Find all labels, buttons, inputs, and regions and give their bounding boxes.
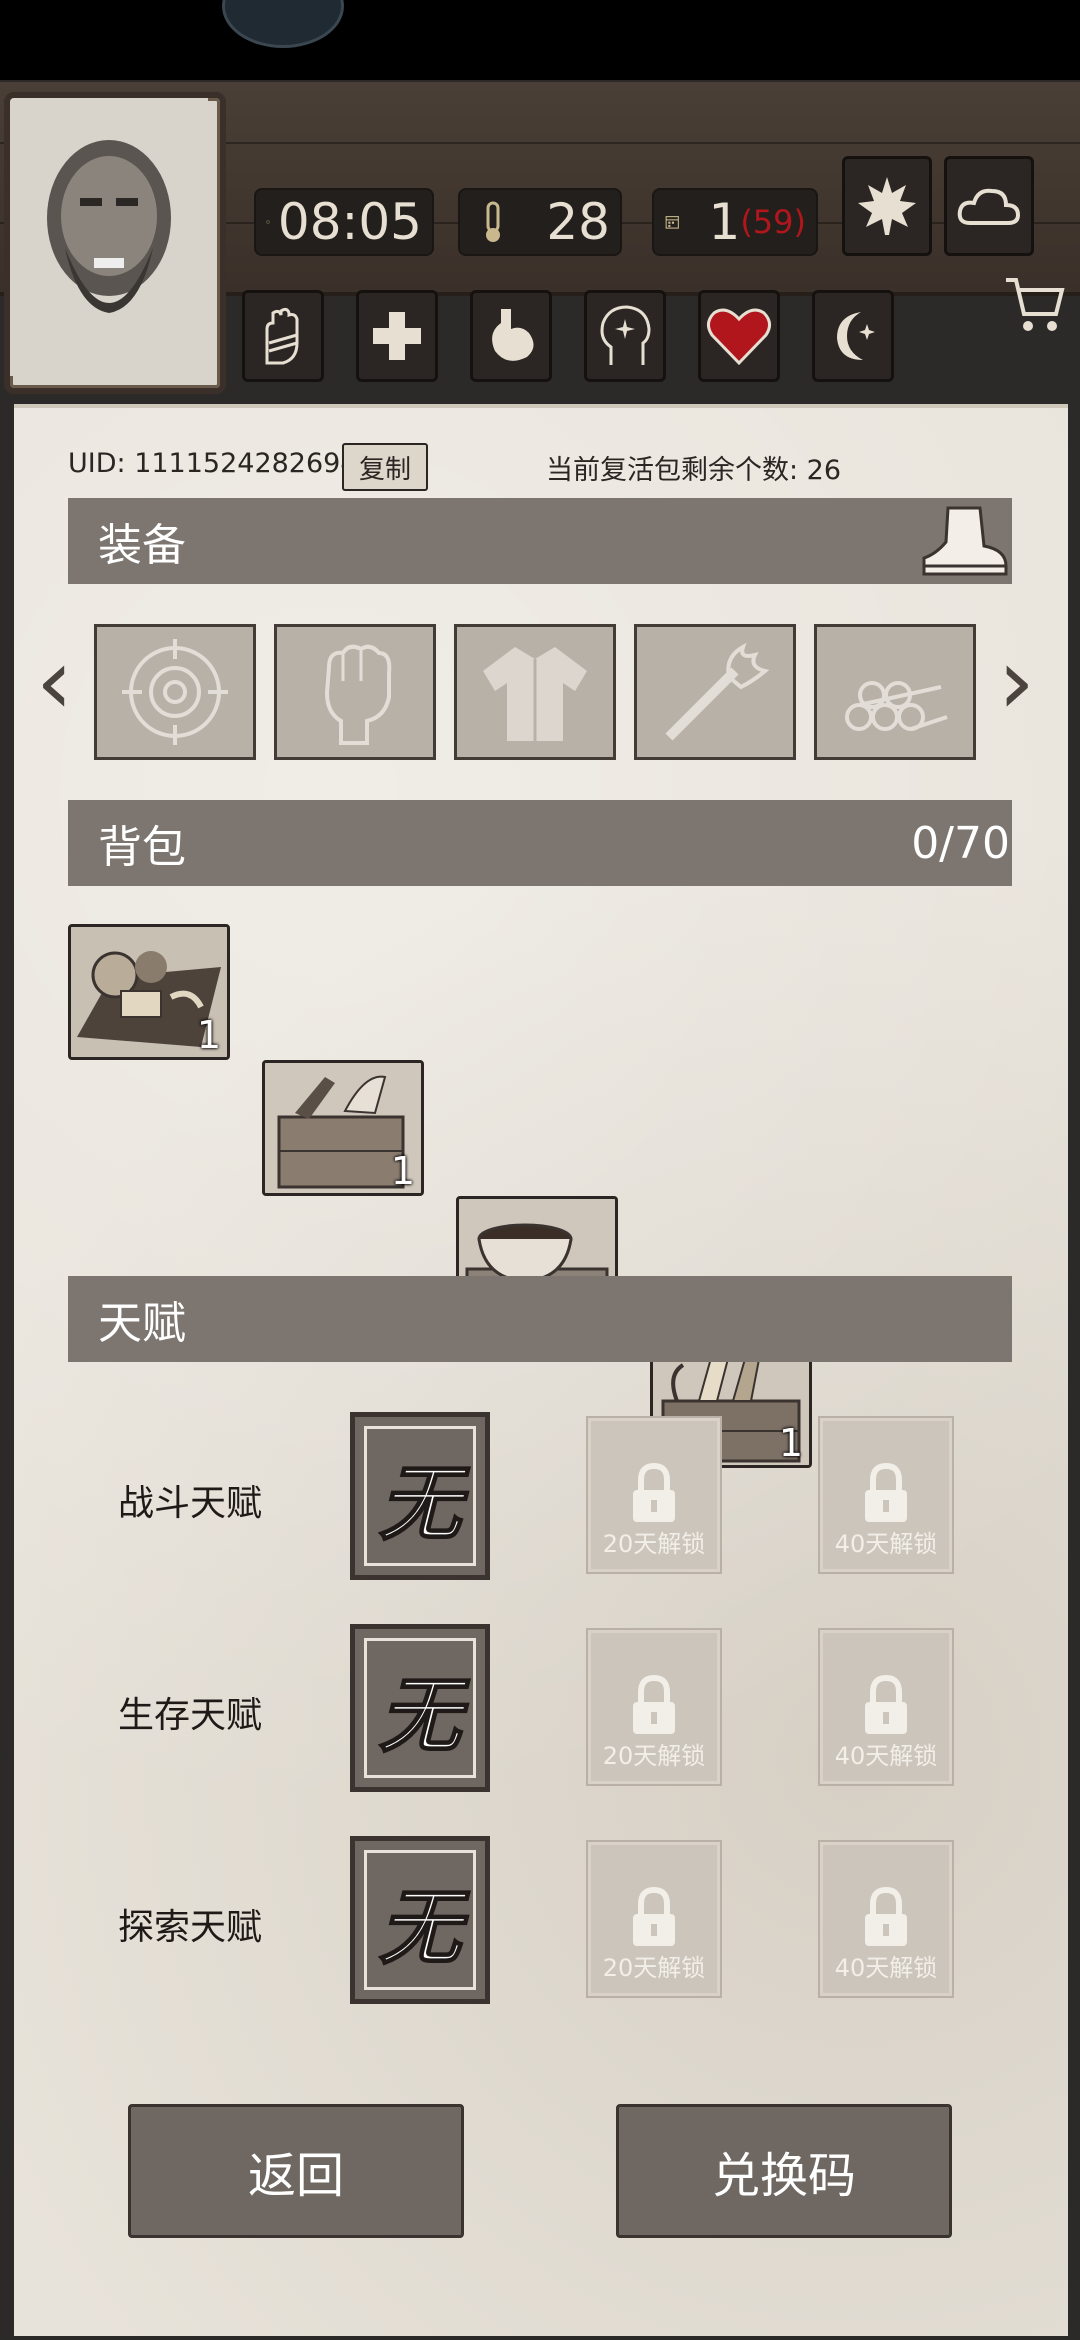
mind-status-button[interactable] <box>584 290 666 382</box>
calendar-icon <box>665 216 679 229</box>
maple-leaf-icon <box>858 177 916 235</box>
talent-header: 天赋 <box>68 1276 1012 1362</box>
status-bar <box>0 0 1080 80</box>
plus-icon <box>373 312 421 360</box>
talent-current: 无 <box>364 1850 476 1990</box>
explore-talent-locked-20[interactable]: 20天解锁 <box>586 1840 722 1998</box>
backpack-item[interactable]: 1 <box>68 924 230 1060</box>
sleep-status-button[interactable] <box>812 290 894 382</box>
backpack-item[interactable]: 1 <box>262 1060 424 1196</box>
shirt-icon <box>483 647 587 741</box>
cart-icon <box>1006 278 1065 331</box>
weather-button[interactable] <box>944 156 1034 256</box>
time-display: 08:05 <box>254 188 434 256</box>
unlock-text: 20天解锁 <box>602 1530 706 1558</box>
hand-status-button[interactable] <box>242 290 324 382</box>
boot-button[interactable] <box>918 498 1010 584</box>
boot-icon <box>922 506 1008 576</box>
item-count: 1 <box>196 1013 221 1057</box>
item-count: 1 <box>390 1149 415 1193</box>
fist-icon <box>324 644 392 745</box>
copy-uid-button[interactable]: 复制 <box>342 443 428 491</box>
equipment-slot-material[interactable] <box>814 624 976 760</box>
torch-icon <box>665 642 770 741</box>
uid-text: UID: 1111524282694 <box>68 448 358 479</box>
survival-talent-slot[interactable]: 无 <box>350 1624 490 1792</box>
head-sparkle-icon <box>600 305 651 365</box>
equipment-prev-arrow[interactable]: ‹ <box>36 628 73 735</box>
equipment-slot-body[interactable] <box>454 624 616 760</box>
moon-icon <box>837 312 875 360</box>
equipment-title: 装备 <box>98 520 186 571</box>
shop-button[interactable] <box>1000 270 1070 340</box>
combat-talent-locked-40[interactable]: 40天解锁 <box>818 1416 954 1574</box>
time-value: 08:05 <box>277 193 422 251</box>
survival-talent-locked-20[interactable]: 20天解锁 <box>586 1628 722 1786</box>
explore-talent-slot[interactable]: 无 <box>350 1836 490 2004</box>
day-extra: (59) <box>740 203 806 241</box>
equipment-slot-tool[interactable] <box>634 624 796 760</box>
explore-talent-locked-40[interactable]: 40天解锁 <box>818 1840 954 1998</box>
target-icon <box>122 639 228 745</box>
character-portrait[interactable] <box>4 92 226 394</box>
talent-label-combat: 战斗天赋 <box>118 1483 263 1524</box>
talent-title: 天赋 <box>98 1298 186 1349</box>
lock-icon <box>865 1886 907 1946</box>
backpack-header: 背包 0/70 <box>68 800 1012 886</box>
cloud-icon <box>957 188 1021 225</box>
temperature-display: 28 <box>458 188 622 256</box>
heart-icon <box>707 308 771 366</box>
survival-talent-locked-40[interactable]: 40天解锁 <box>818 1628 954 1786</box>
talent-label-explore: 探索天赋 <box>118 1907 263 1948</box>
unlock-text: 20天解锁 <box>602 1742 706 1770</box>
revive-count-text: 当前复活包剩余个数: 26 <box>546 455 842 486</box>
item-count: 1 <box>778 1421 803 1465</box>
logs-icon <box>845 681 948 731</box>
season-button[interactable] <box>842 156 932 256</box>
lock-icon <box>633 1462 675 1522</box>
lock-icon <box>633 1886 675 1946</box>
lock-icon <box>865 1674 907 1734</box>
backpack-title: 背包 <box>98 822 186 873</box>
bandaged-hand-icon <box>265 307 299 365</box>
back-button[interactable]: 返回 <box>128 2104 464 2238</box>
heart-status-button[interactable] <box>698 290 780 382</box>
combat-talent-locked-20[interactable]: 20天解锁 <box>586 1416 722 1574</box>
talent-current: 无 <box>364 1638 476 1778</box>
unlock-text: 40天解锁 <box>834 1530 938 1558</box>
day-value: 1 <box>708 193 741 251</box>
temperature-value: 28 <box>546 193 610 251</box>
redeem-code-button[interactable]: 兑换码 <box>616 2104 952 2238</box>
lock-icon <box>865 1462 907 1522</box>
unlock-text: 40天解锁 <box>834 1954 938 1982</box>
equipment-slot-weapon[interactable] <box>94 624 256 760</box>
talent-label-survival: 生存天赋 <box>118 1695 263 1736</box>
equipment-header: 装备 <box>68 498 1012 584</box>
stomach-status-button[interactable] <box>470 290 552 382</box>
unlock-text: 40天解锁 <box>834 1742 938 1770</box>
clock-icon <box>266 220 270 224</box>
equipment-next-arrow[interactable]: › <box>998 628 1035 735</box>
day-display: 1 (59) <box>652 188 818 256</box>
thermometer-icon <box>486 201 500 242</box>
unlock-text: 20天解锁 <box>602 1954 706 1982</box>
stomach-icon <box>492 309 534 361</box>
lock-icon <box>633 1674 675 1734</box>
health-status-button[interactable] <box>356 290 438 382</box>
equipment-slot-hand[interactable] <box>274 624 436 760</box>
backpack-capacity: 0/70 <box>911 817 1010 869</box>
talent-current: 无 <box>364 1426 476 1566</box>
combat-talent-slot[interactable]: 无 <box>350 1412 490 1580</box>
